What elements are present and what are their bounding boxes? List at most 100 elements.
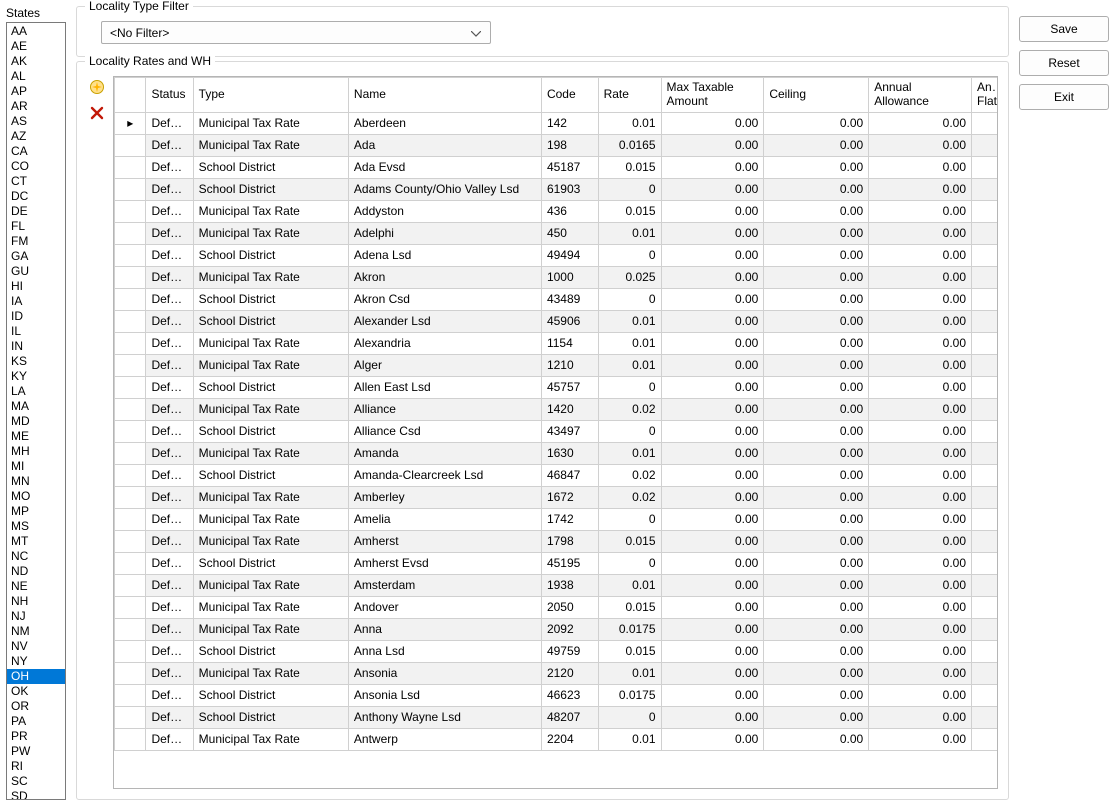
state-item[interactable]: HI (7, 279, 65, 294)
cell-rate[interactable]: 0.02 (598, 486, 661, 508)
cell-code[interactable]: 46623 (541, 684, 598, 706)
state-item[interactable]: KS (7, 354, 65, 369)
cell-name[interactable]: Amanda-Clearcreek Lsd (348, 464, 541, 486)
cell-rate[interactable]: 0 (598, 706, 661, 728)
cell-code[interactable]: 45906 (541, 310, 598, 332)
table-row[interactable]: DefaultSchool DistrictAllen East Lsd4575… (115, 376, 999, 398)
cell-name[interactable]: Alexander Lsd (348, 310, 541, 332)
cell-status[interactable]: Default (146, 420, 193, 442)
cell-code[interactable]: 436 (541, 200, 598, 222)
cell-flat[interactable] (972, 552, 999, 574)
cell-code[interactable]: 49494 (541, 244, 598, 266)
cell-code[interactable]: 43497 (541, 420, 598, 442)
cell-type[interactable]: School District (193, 244, 348, 266)
state-item[interactable]: AR (7, 99, 65, 114)
cell-ceiling[interactable]: 0.00 (764, 508, 869, 530)
table-row[interactable]: DefaultMunicipal Tax RateAndover20500.01… (115, 596, 999, 618)
cell-type[interactable]: Municipal Tax Rate (193, 662, 348, 684)
cell-flat[interactable] (972, 200, 999, 222)
cell-rate[interactable]: 0.01 (598, 222, 661, 244)
state-item[interactable]: FL (7, 219, 65, 234)
cell-code[interactable]: 49759 (541, 640, 598, 662)
state-item[interactable]: GA (7, 249, 65, 264)
cell-allowance[interactable]: 0.00 (869, 684, 972, 706)
cell-flat[interactable] (972, 684, 999, 706)
cell-name[interactable]: Alliance Csd (348, 420, 541, 442)
table-row[interactable]: DefaultMunicipal Tax RateAlger12100.010.… (115, 354, 999, 376)
cell-name[interactable]: Amsterdam (348, 574, 541, 596)
cell-rate[interactable]: 0.01 (598, 442, 661, 464)
cell-max[interactable]: 0.00 (661, 354, 764, 376)
cell-rate[interactable]: 0.01 (598, 354, 661, 376)
cell-allowance[interactable]: 0.00 (869, 178, 972, 200)
cell-allowance[interactable]: 0.00 (869, 728, 972, 750)
cell-allowance[interactable]: 0.00 (869, 200, 972, 222)
cell-flat[interactable] (972, 354, 999, 376)
state-item[interactable]: NM (7, 624, 65, 639)
cell-name[interactable]: Amanda (348, 442, 541, 464)
cell-flat[interactable] (972, 442, 999, 464)
cell-max[interactable]: 0.00 (661, 662, 764, 684)
state-item[interactable]: KY (7, 369, 65, 384)
cell-allowance[interactable]: 0.00 (869, 398, 972, 420)
cell-name[interactable]: Ada (348, 134, 541, 156)
cell-type[interactable]: Municipal Tax Rate (193, 398, 348, 420)
cell-allowance[interactable]: 0.00 (869, 442, 972, 464)
cell-max[interactable]: 0.00 (661, 420, 764, 442)
state-item[interactable]: OH (7, 669, 65, 684)
table-row[interactable]: DefaultMunicipal Tax RateAddyston4360.01… (115, 200, 999, 222)
cell-ceiling[interactable]: 0.00 (764, 288, 869, 310)
cell-type[interactable]: School District (193, 178, 348, 200)
state-item[interactable]: NC (7, 549, 65, 564)
state-item[interactable]: ND (7, 564, 65, 579)
table-row[interactable]: DefaultMunicipal Tax RateAdelphi4500.010… (115, 222, 999, 244)
cell-status[interactable]: Default (146, 662, 193, 684)
cell-max[interactable]: 0.00 (661, 288, 764, 310)
cell-type[interactable]: School District (193, 156, 348, 178)
cell-max[interactable]: 0.00 (661, 706, 764, 728)
cell-name[interactable]: Addyston (348, 200, 541, 222)
cell-status[interactable]: Default (146, 464, 193, 486)
table-row[interactable]: DefaultMunicipal Tax RateAnsonia21200.01… (115, 662, 999, 684)
cell-ceiling[interactable]: 0.00 (764, 134, 869, 156)
cell-code[interactable]: 1154 (541, 332, 598, 354)
cell-allowance[interactable]: 0.00 (869, 574, 972, 596)
cell-rate[interactable]: 0 (598, 508, 661, 530)
cell-rate[interactable]: 0.015 (598, 156, 661, 178)
cell-flat[interactable] (972, 464, 999, 486)
save-button[interactable]: Save (1019, 16, 1109, 42)
cell-max[interactable]: 0.00 (661, 200, 764, 222)
cell-rate[interactable]: 0.01 (598, 310, 661, 332)
cell-allowance[interactable]: 0.00 (869, 112, 972, 134)
cell-ceiling[interactable]: 0.00 (764, 618, 869, 640)
cell-allowance[interactable]: 0.00 (869, 354, 972, 376)
cell-flat[interactable] (972, 134, 999, 156)
cell-name[interactable]: Anna (348, 618, 541, 640)
col-ceiling[interactable]: Ceiling (764, 78, 869, 113)
state-item[interactable]: MP (7, 504, 65, 519)
cell-allowance[interactable]: 0.00 (869, 508, 972, 530)
cell-name[interactable]: Alliance (348, 398, 541, 420)
cell-max[interactable]: 0.00 (661, 134, 764, 156)
state-item[interactable]: IA (7, 294, 65, 309)
cell-type[interactable]: School District (193, 684, 348, 706)
cell-code[interactable]: 45195 (541, 552, 598, 574)
cell-ceiling[interactable]: 0.00 (764, 486, 869, 508)
table-row[interactable]: DefaultSchool DistrictAnthony Wayne Lsd4… (115, 706, 999, 728)
cell-rate[interactable]: 0.0165 (598, 134, 661, 156)
cell-status[interactable]: Default (146, 442, 193, 464)
state-item[interactable]: NJ (7, 609, 65, 624)
cell-name[interactable]: Ansonia (348, 662, 541, 684)
cell-max[interactable]: 0.00 (661, 486, 764, 508)
cell-ceiling[interactable]: 0.00 (764, 574, 869, 596)
cell-max[interactable]: 0.00 (661, 244, 764, 266)
cell-allowance[interactable]: 0.00 (869, 266, 972, 288)
cell-max[interactable]: 0.00 (661, 376, 764, 398)
cell-code[interactable]: 1798 (541, 530, 598, 552)
cell-ceiling[interactable]: 0.00 (764, 200, 869, 222)
table-row[interactable]: ▸DefaultMunicipal Tax RateAberdeen1420.0… (115, 112, 999, 134)
cell-type[interactable]: Municipal Tax Rate (193, 200, 348, 222)
cell-allowance[interactable]: 0.00 (869, 552, 972, 574)
cell-ceiling[interactable]: 0.00 (764, 684, 869, 706)
cell-rate[interactable]: 0.01 (598, 728, 661, 750)
